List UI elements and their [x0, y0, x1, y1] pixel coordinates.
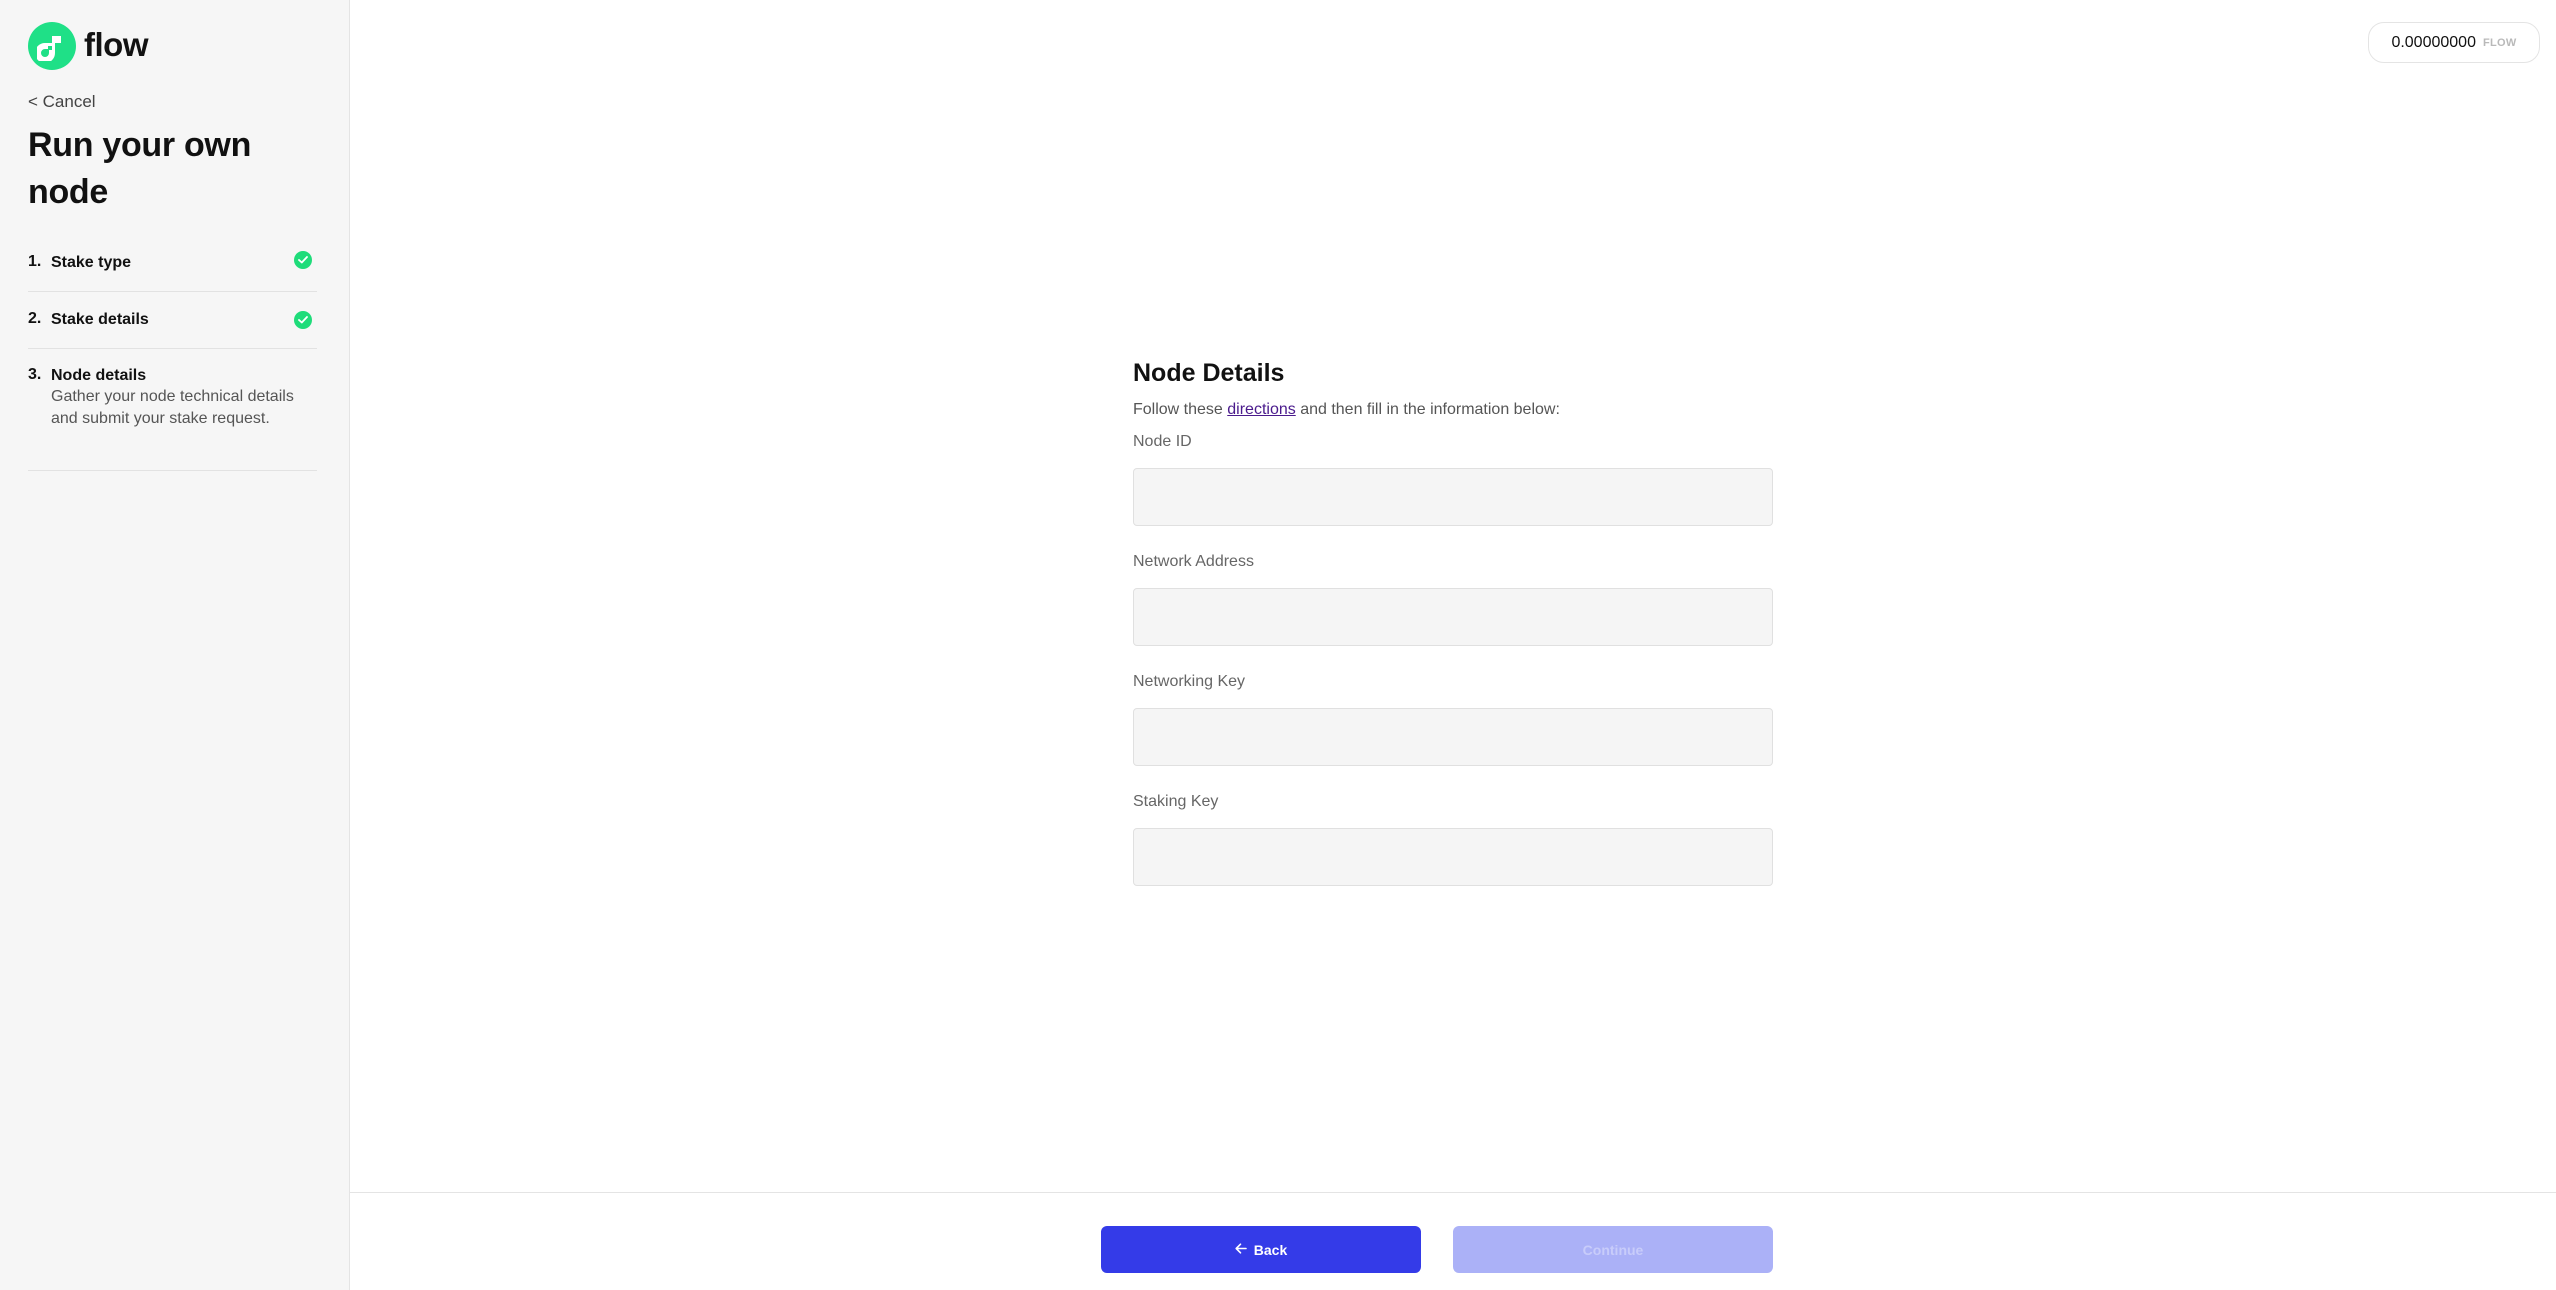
check-circle-icon	[294, 311, 312, 329]
form-subtitle: Follow these directions and then fill in…	[1133, 400, 1773, 420]
step-title: Stake details	[51, 311, 149, 328]
network-address-label: Network Address	[1133, 553, 1254, 570]
step-number: 3.	[28, 366, 42, 383]
balance-unit: FLOW	[2482, 36, 2517, 49]
footer-actions: Back Continue	[350, 1192, 2556, 1290]
networking-key-label: Networking Key	[1133, 673, 1246, 690]
node-id-label: Node ID	[1133, 433, 1192, 450]
step-description: Gather your node technical details and s…	[51, 388, 294, 427]
continue-button[interactable]: Continue	[1453, 1226, 1773, 1273]
field-staking-key: Staking Key	[1133, 792, 1773, 886]
step-node-details[interactable]: 3. Node details Gather your node technic…	[28, 349, 317, 471]
step-number: 1.	[28, 253, 42, 270]
form-title: Node Details	[1133, 359, 1285, 387]
sidebar: flow < Cancel Run your own node 1. Stake…	[0, 0, 350, 1290]
flow-logo[interactable]: flow	[28, 22, 148, 70]
page-title: Run your own node	[28, 126, 252, 211]
brand-name: flow	[84, 26, 148, 63]
subtitle-text-after: and then fill in the information below:	[1295, 401, 1560, 418]
step-title: Stake type	[51, 254, 132, 271]
networking-key-input[interactable]	[1133, 708, 1773, 766]
network-address-input[interactable]	[1133, 588, 1773, 646]
stepper: 1. Stake type 2. Stake details 3. Node d…	[28, 240, 317, 471]
directions-link[interactable]: directions	[1227, 401, 1295, 418]
cancel-link[interactable]: < Cancel	[28, 92, 96, 112]
field-node-id: Node ID	[1133, 432, 1773, 526]
staking-key-input[interactable]	[1133, 828, 1773, 886]
back-label: Back	[1253, 1241, 1288, 1258]
check-circle-icon	[294, 251, 312, 269]
balance-badge[interactable]: 0.00000000 FLOW	[2368, 22, 2540, 63]
step-stake-type[interactable]: 1. Stake type	[28, 240, 317, 292]
back-button[interactable]: Back	[1101, 1226, 1421, 1273]
field-network-address: Network Address	[1133, 552, 1773, 646]
step-stake-details[interactable]: 2. Stake details	[28, 292, 317, 349]
subtitle-text-before: Follow these	[1133, 401, 1228, 418]
balance-value: 0.00000000	[2391, 33, 2476, 51]
continue-label: Continue	[1582, 1241, 1644, 1258]
flow-logo-icon	[28, 22, 76, 70]
staking-key-label: Staking Key	[1133, 793, 1219, 810]
step-title: Node details	[51, 367, 147, 384]
field-networking-key: Networking Key	[1133, 672, 1773, 766]
node-id-input[interactable]	[1133, 468, 1773, 526]
arrow-left-icon	[1235, 1241, 1247, 1258]
step-number: 2.	[28, 310, 42, 327]
node-details-form: Node Details Follow these directions and…	[1133, 358, 1773, 886]
